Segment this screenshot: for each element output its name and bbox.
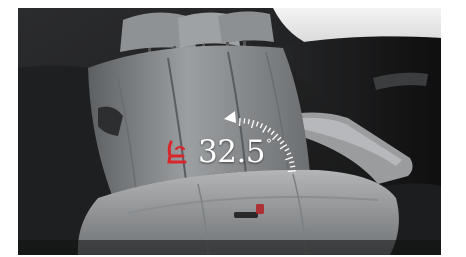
headrest-right [218,11,274,44]
seat-photo-drawing [18,8,441,255]
car-rear-seat-photo [18,8,441,255]
